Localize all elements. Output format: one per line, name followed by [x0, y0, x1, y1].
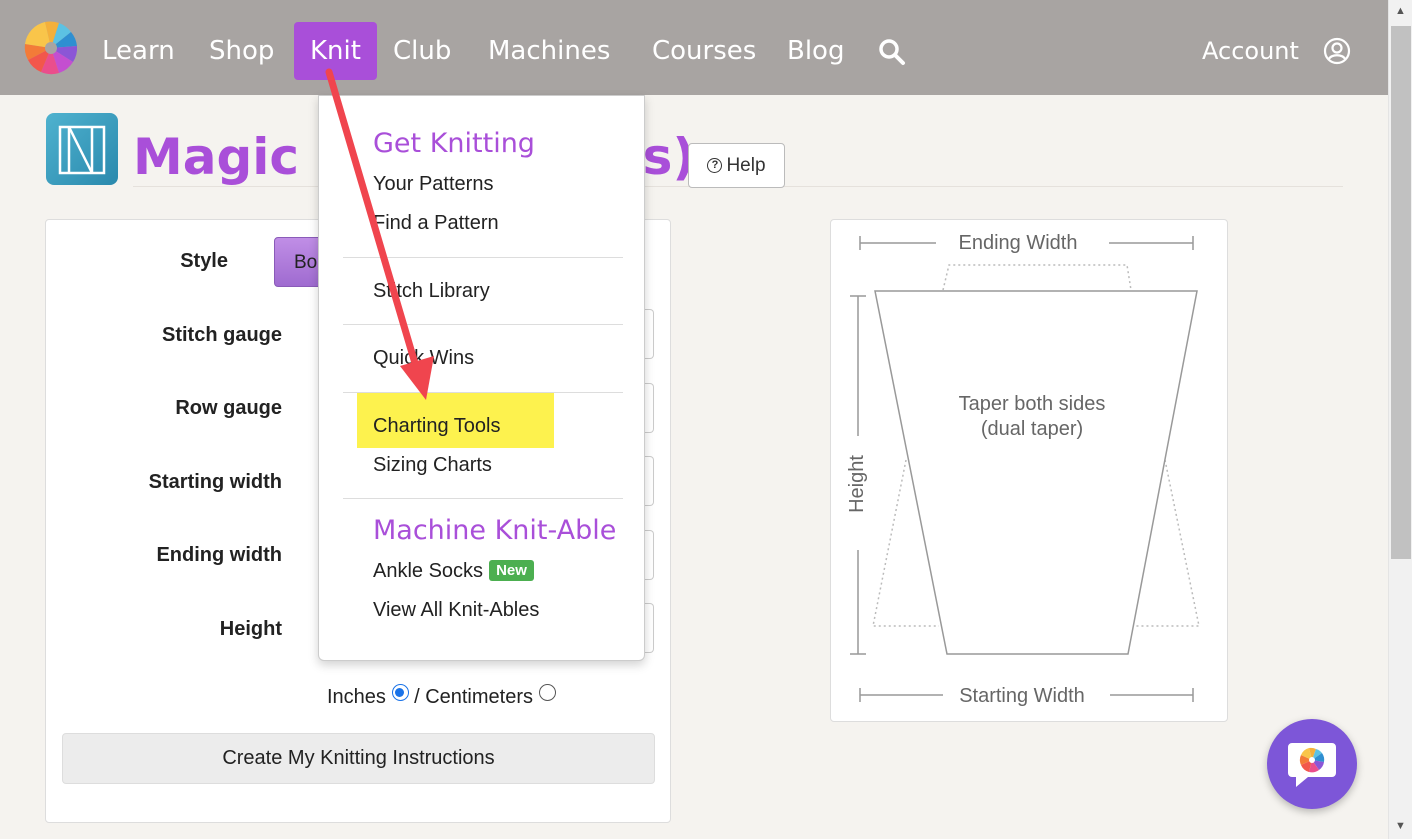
- scroll-down-icon[interactable]: ▼: [1395, 820, 1406, 832]
- ending-width-caption: Ending Width: [959, 232, 1078, 254]
- diagram-caption-line1: Taper both sides: [959, 393, 1106, 415]
- height-label: Height: [219, 618, 282, 640]
- menu-your-patterns[interactable]: Your Patterns: [373, 173, 493, 196]
- nav-shop[interactable]: Shop: [193, 22, 290, 80]
- nav-machines[interactable]: Machines: [472, 22, 626, 80]
- menu-divider: [343, 392, 623, 393]
- nav-learn[interactable]: Learn: [86, 22, 191, 80]
- centimeters-label: Centimeters: [425, 686, 533, 708]
- help-icon: ?: [707, 158, 723, 173]
- help-button[interactable]: ? Help: [688, 143, 785, 188]
- inches-label: Inches: [327, 686, 386, 708]
- page-scrollbar[interactable]: ▲ ▼: [1388, 0, 1412, 839]
- menu-stitch-library[interactable]: Stitch Library: [373, 280, 490, 303]
- menu-charting-tools[interactable]: Charting Tools: [373, 415, 500, 438]
- help-label: Help: [726, 154, 766, 176]
- dual-taper-diagram: Ending Width Starting Width Height Taper…: [846, 232, 1200, 707]
- menu-find-a-pattern[interactable]: Find a Pattern: [373, 212, 499, 235]
- machine-knit-able-heading: Machine Knit-Able: [373, 515, 617, 546]
- taper-diagram: Ending Width Starting Width Height Taper…: [830, 219, 1228, 722]
- menu-divider: [343, 498, 623, 499]
- centimeters-radio[interactable]: [538, 684, 556, 701]
- diagram-caption-line2: (dual taper): [981, 418, 1083, 440]
- chat-bubble-icon: [1288, 743, 1336, 787]
- menu-divider: [343, 257, 623, 258]
- row-gauge-label: Row gauge: [175, 397, 282, 419]
- menu-divider: [343, 324, 623, 325]
- ending-width-label: Ending width: [156, 544, 282, 566]
- chat-widget-button[interactable]: [1267, 719, 1357, 809]
- menu-view-all-knit-ables[interactable]: View All Knit-Ables: [373, 599, 539, 622]
- units-separator: /: [414, 686, 420, 708]
- starting-width-label: Starting width: [148, 471, 282, 493]
- inches-radio[interactable]: [391, 684, 409, 701]
- nav-club[interactable]: Club: [377, 22, 467, 80]
- new-badge: New: [489, 560, 534, 581]
- site-logo-icon[interactable]: [22, 20, 80, 76]
- get-knitting-heading: Get Knitting: [373, 128, 535, 159]
- nav-knit[interactable]: Knit: [294, 22, 377, 80]
- knit-dropdown-menu: Get Knitting Your Patterns Find a Patter…: [318, 95, 645, 661]
- units-selector: Inches / Centimeters: [327, 684, 556, 709]
- user-circle-icon[interactable]: [1323, 37, 1351, 65]
- menu-quick-wins[interactable]: Quick Wins: [373, 347, 474, 370]
- top-nav: Learn Shop Knit Club Machines Courses Bl…: [0, 0, 1388, 95]
- stitch-gauge-label: Stitch gauge: [161, 324, 282, 346]
- menu-ankle-socks[interactable]: Ankle Socks New: [373, 560, 534, 583]
- nav-courses[interactable]: Courses: [636, 22, 772, 80]
- nav-blog[interactable]: Blog: [771, 22, 860, 80]
- nav-account[interactable]: Account: [1202, 22, 1299, 80]
- ankle-socks-label: Ankle Socks: [373, 560, 484, 582]
- style-button-label: Bo: [294, 252, 318, 273]
- create-instructions-button[interactable]: Create My Knitting Instructions: [62, 733, 655, 784]
- menu-sizing-charts[interactable]: Sizing Charts: [373, 454, 492, 477]
- search-icon[interactable]: [878, 38, 906, 66]
- app-logo-icon: [58, 125, 106, 175]
- create-instructions-label: Create My Knitting Instructions: [222, 747, 495, 769]
- app-icon: [46, 113, 118, 185]
- height-caption: Height: [846, 455, 868, 513]
- scrollbar-thumb[interactable]: [1391, 26, 1411, 559]
- scroll-up-icon[interactable]: ▲: [1395, 5, 1406, 17]
- starting-width-caption: Starting Width: [959, 685, 1085, 707]
- style-label: Style: [180, 250, 228, 272]
